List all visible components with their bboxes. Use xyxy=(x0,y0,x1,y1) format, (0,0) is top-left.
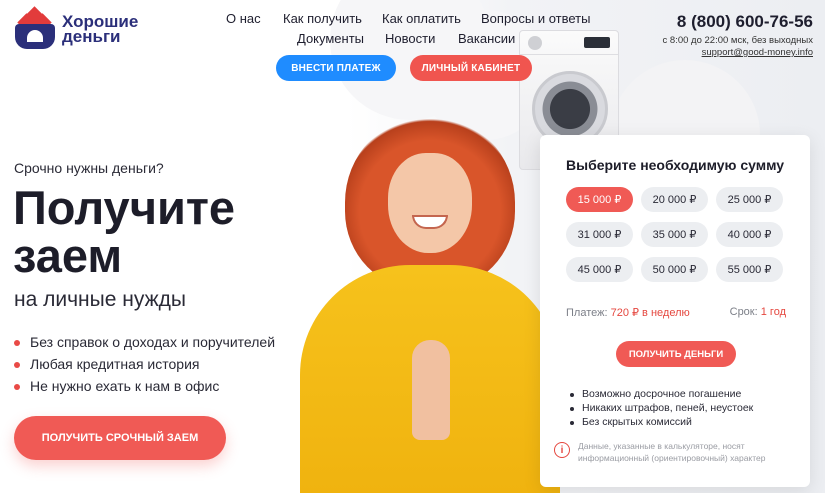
hero-title-line-1: Получите xyxy=(13,181,236,234)
logo-icon xyxy=(14,6,56,49)
nav-link-documents[interactable]: Документы xyxy=(297,31,364,46)
amount-option[interactable]: 25 000 ₽ xyxy=(716,187,783,212)
payment-value: 720 ₽ в неделю xyxy=(610,307,690,319)
amount-option[interactable]: 40 000 ₽ xyxy=(716,222,783,247)
calculator-disclaimer: i Данные, указанные в калькуляторе, нося… xyxy=(554,440,794,464)
amount-option[interactable]: 31 000 ₽ xyxy=(566,222,633,247)
loan-calculator-card: Выберите необходимую сумму 15 000 ₽ 20 0… xyxy=(540,135,810,487)
term-value: 1 год xyxy=(760,306,786,318)
amount-options: 15 000 ₽ 20 000 ₽ 25 000 ₽ 31 000 ₽ 35 0… xyxy=(566,187,786,282)
hero-woman-image xyxy=(300,115,560,493)
perks-list: Возможно досрочное погашение Никаких штр… xyxy=(570,388,753,430)
hero-kicker: Срочно нужны деньги? xyxy=(14,160,164,176)
phone-number[interactable]: 8 (800) 600-76-56 xyxy=(663,12,813,32)
disclaimer-text: Данные, указанные в калькуляторе, носят … xyxy=(578,440,766,464)
term-label: Срок: xyxy=(729,306,758,318)
nav-link-news[interactable]: Новости xyxy=(385,31,435,46)
benefit-item: Не нужно ехать к нам в офис xyxy=(14,378,275,400)
nav-link-how-to-get[interactable]: Как получить xyxy=(283,11,362,26)
perk-item: Никаких штрафов, пеней, неустоек xyxy=(570,402,753,416)
disclaimer-line-1: Данные, указанные в калькуляторе, носят xyxy=(578,441,745,451)
make-payment-button[interactable]: Внести платеж xyxy=(276,55,396,81)
amount-option[interactable]: 45 000 ₽ xyxy=(566,257,633,282)
get-money-button[interactable]: Получить деньги xyxy=(616,341,736,367)
get-urgent-loan-button[interactable]: Получить срочный заем xyxy=(14,416,226,460)
nav-link-about[interactable]: О нас xyxy=(226,11,261,26)
nav-link-how-to-pay[interactable]: Как оплатить xyxy=(382,11,461,26)
payment-info: Платеж: 720 ₽ в неделю xyxy=(566,306,690,319)
working-hours: с 8:00 до 22:00 мск, без выходных xyxy=(662,35,813,46)
loan-terms: Платеж: 720 ₽ в неделю Срок: 1 год xyxy=(566,306,786,319)
payment-label: Платеж: xyxy=(566,307,608,319)
perk-item: Без скрытых комиссий xyxy=(570,416,753,430)
hero-title-line-2: заем xyxy=(13,229,123,282)
term-info: Срок: 1 год xyxy=(730,306,786,319)
benefit-item: Без справок о доходах и поручителей xyxy=(14,334,275,356)
perk-item: Возможно досрочное погашение xyxy=(570,388,753,402)
amount-option-selected[interactable]: 15 000 ₽ xyxy=(566,187,633,212)
amount-option[interactable]: 55 000 ₽ xyxy=(716,257,783,282)
personal-account-button[interactable]: Личный кабинет xyxy=(410,55,532,81)
amount-option[interactable]: 20 000 ₽ xyxy=(641,187,708,212)
nav-link-vacancies[interactable]: Вакансии xyxy=(458,31,515,46)
calculator-title: Выберите необходимую сумму xyxy=(566,157,785,173)
benefit-item: Любая кредитная история xyxy=(14,356,275,378)
site-logo[interactable]: Хорошие деньги xyxy=(14,6,139,49)
contact-block: 8 (800) 600-76-56 с 8:00 до 22:00 мск, б… xyxy=(663,12,813,58)
hero-title: Получите заем xyxy=(13,184,235,280)
nav-link-faq[interactable]: Вопросы и ответы xyxy=(481,11,590,26)
support-email-link[interactable]: support@good-money.info xyxy=(663,47,813,58)
logo-text: Хорошие деньги xyxy=(62,12,139,46)
amount-option[interactable]: 50 000 ₽ xyxy=(641,257,708,282)
hero-subtitle: на личные нужды xyxy=(14,288,186,311)
benefits-list: Без справок о доходах и поручителей Люба… xyxy=(14,334,275,400)
disclaimer-line-2: информационный (ориентировочный) характе… xyxy=(578,453,766,463)
amount-option[interactable]: 35 000 ₽ xyxy=(641,222,708,247)
info-icon: i xyxy=(554,442,570,458)
